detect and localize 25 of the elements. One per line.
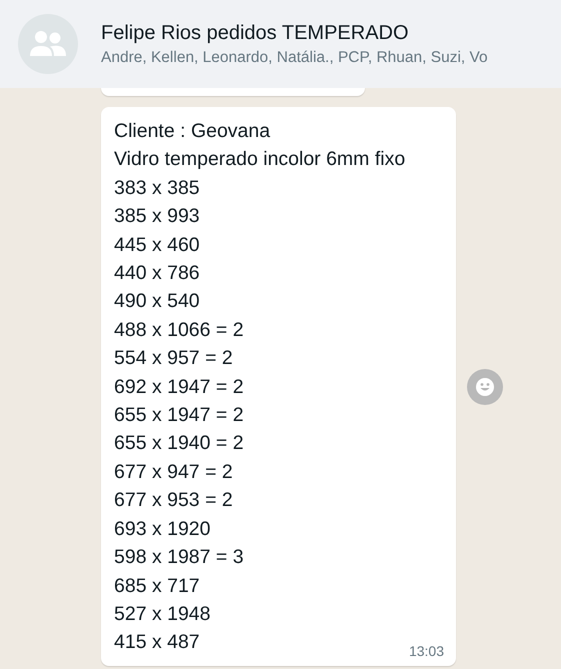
message-line: 677 x 953 = 2 — [114, 488, 233, 514]
message-line: 685 x 717 — [114, 574, 200, 598]
message-line: 527 x 1948 — [114, 602, 211, 627]
message-line: 488 x 1066 = 2 — [114, 318, 244, 343]
message-line: 383 x 385 — [114, 176, 200, 201]
message-line: 554 x 957 = 2 — [114, 346, 233, 372]
message-line: 692 x 1947 = 2 — [114, 374, 244, 400]
message-time: 13:03 — [408, 642, 444, 659]
message-line: Vidro temperado incolor 6mm fixo — [114, 147, 406, 172]
chat-title: Felipe Rios pedidos TEMPERADO — [101, 22, 410, 44]
message-line: 598 x 1987 = 3 — [114, 545, 244, 570]
message-line: 440 x 786 — [114, 261, 200, 286]
message-line: 385 x 993 — [114, 204, 200, 230]
message-line: 490 x 540 — [114, 289, 200, 314]
group-icon — [29, 30, 67, 58]
participant-list: Andre, Kellen, Leonardo, Natália., PCP, Rhuan, Suzi, Vo — [101, 48, 488, 66]
message-line: Cliente : Geovana — [114, 119, 270, 144]
message-line: 693 x 1920 — [114, 516, 211, 542]
message-line: 445 x 460 — [114, 232, 200, 258]
smiley-icon — [475, 377, 495, 397]
reaction-button[interactable] — [467, 369, 503, 405]
message-line: 655 x 1940 = 2 — [114, 431, 244, 456]
message-line: 677 x 947 = 2 — [114, 460, 233, 485]
message-line: 655 x 1947 = 2 — [114, 403, 244, 428]
message-line: 415 x 487 — [114, 630, 200, 656]
